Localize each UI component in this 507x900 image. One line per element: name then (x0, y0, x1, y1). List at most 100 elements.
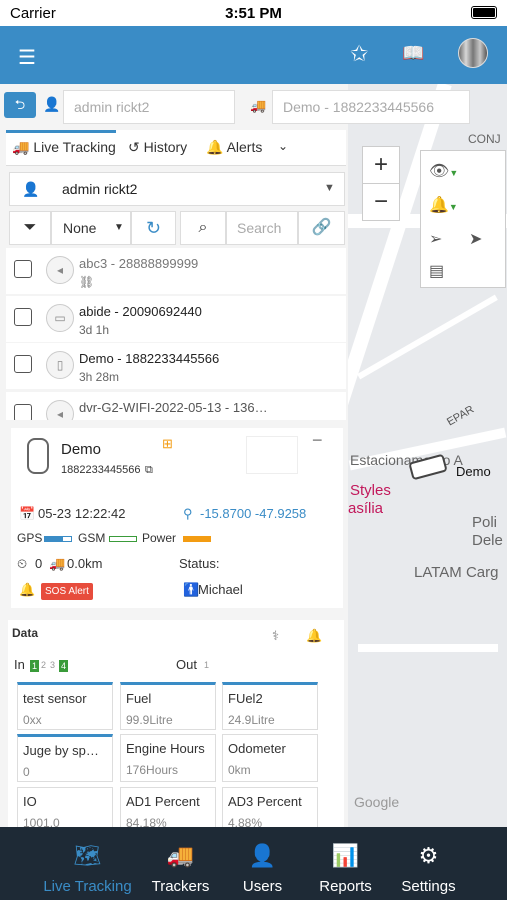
tab-label: Alerts (226, 139, 263, 155)
checkbox[interactable] (14, 308, 32, 326)
avatar[interactable] (458, 38, 488, 68)
search-input[interactable]: Search (226, 211, 298, 245)
map-label: CONJ (468, 132, 501, 146)
device-icon: ▯ (46, 351, 74, 379)
in-label: In (14, 657, 25, 672)
truck-icon: 🚚 (49, 556, 66, 571)
detail-name: Demo (61, 441, 102, 458)
detail-distance: 0.0km (67, 556, 103, 571)
tracker-time: 3h 28m (79, 370, 120, 384)
user-select[interactable]: 👤 admin rickt2 ▼ (9, 172, 345, 206)
bell-icon: 🔔 (19, 582, 36, 597)
tab-label: Live Tracking (33, 139, 116, 155)
copy-icon[interactable]: ⧉ (145, 464, 153, 477)
caret-down-icon: ▼ (114, 222, 124, 233)
sensor-value: 99.9Litre (126, 713, 173, 727)
detail-id: 1882233445566 (61, 464, 141, 476)
google-logo: Google (354, 794, 400, 810)
tab-label: History (143, 139, 188, 155)
tracker-name: abc3 - 28888899999 (79, 256, 199, 271)
nav-settings[interactable]: ⚙ Settings (378, 827, 479, 900)
user-field[interactable]: admin rickt2 (63, 90, 235, 124)
user-icon: 👤 (43, 96, 61, 112)
checkbox[interactable] (14, 404, 32, 420)
collapse-icon[interactable]: − (312, 430, 323, 451)
in-number: 2 (41, 660, 47, 670)
nav-live-tracking[interactable]: 🗺 Live Tracking (37, 827, 138, 900)
sensor-tile[interactable]: Odometer 0km (222, 734, 318, 782)
filter-select[interactable]: None ▼ (51, 211, 131, 245)
back-button[interactable]: ⮌ (4, 92, 36, 118)
add-icon[interactable]: ⊞ (162, 436, 173, 452)
list-item[interactable]: ▯ Demo - 1882233445566 3h 28m (6, 343, 346, 389)
sensor-tile[interactable]: Fuel 99.9Litre (120, 682, 216, 730)
location-pin-icon: ⚲ (183, 506, 193, 521)
sensor-tile[interactable]: Juge by sp… 0 (17, 734, 113, 782)
sensor-title: AD1 Percent (126, 794, 200, 809)
list-item[interactable]: ◂ abc3 - 28888899999 ⛓ (6, 248, 346, 294)
stethoscope-icon[interactable]: ⚕ (272, 628, 279, 644)
status-label: Status: (179, 556, 220, 571)
eye-icon[interactable]: 👁▼ (429, 161, 458, 181)
map-fold-icon[interactable]: ▤ (429, 261, 444, 281)
tracker-detail-card: Demo 1882233445566 ⧉ ⊞ − 📅 05-23 12:22:4… (11, 428, 343, 608)
out-label: Out (176, 657, 197, 672)
list-item[interactable]: ◂ dvr-G2-WIFI-2022-05-13 - 136… (6, 392, 346, 420)
zoom-out-button[interactable]: − (362, 183, 400, 221)
tab-bar: 🚚 Live Tracking ↺ History 🔔 Alerts ⌄ (6, 130, 346, 166)
filter-value: None (63, 220, 97, 236)
link-icon: ⛓ (79, 275, 95, 289)
checkbox[interactable] (14, 355, 32, 373)
bell-icon[interactable]: 🔔▼ (429, 195, 458, 215)
caret-down-icon: ▼ (324, 182, 335, 194)
power-bar (183, 536, 211, 542)
map-label: Styles (350, 482, 391, 499)
menu-icon[interactable]: ☰ (18, 45, 36, 70)
user-select-value: admin rickt2 (62, 181, 138, 197)
power-label: Power (142, 531, 177, 545)
tab-history[interactable]: ↺ History (128, 139, 187, 156)
chevron-down-icon[interactable]: ⌄ (278, 139, 288, 153)
filter-icon[interactable]: ⏷ (9, 211, 51, 245)
detail-coords[interactable]: -15.8700 -47.9258 (200, 506, 306, 521)
sensor-value: 24.9Litre (228, 713, 275, 727)
battery-icon (471, 6, 497, 19)
sensor-value: 0km (228, 763, 251, 777)
out-number: 1 (204, 660, 210, 670)
sensor-title: FUel2 (228, 691, 263, 706)
bottom-nav: 🗺 Live Tracking 🚚 Trackers 👤 Users 📊 Rep… (0, 827, 507, 900)
gps-bar (44, 536, 72, 542)
search-icon[interactable]: ⌕ (180, 211, 226, 245)
gsm-label: GSM (78, 531, 106, 545)
tab-alerts[interactable]: 🔔 Alerts (206, 139, 262, 156)
checkbox[interactable] (14, 260, 32, 278)
book-icon[interactable]: 📖 (402, 43, 424, 64)
user-icon: 👤 (22, 181, 40, 197)
sos-badge[interactable]: SOS Alert (41, 583, 93, 600)
refresh-icon[interactable]: ↻ (131, 211, 176, 245)
zoom-in-button[interactable]: + (362, 146, 400, 184)
send-icon[interactable]: ➢ (429, 229, 442, 249)
nav-label: Live Tracking (43, 878, 132, 895)
star-icon[interactable]: ✩ (350, 41, 368, 67)
device-field[interactable]: Demo - 1882233445566 (272, 90, 470, 124)
tab-live-tracking[interactable]: 🚚 Live Tracking (12, 139, 116, 156)
driver-icon: 🚹 (183, 582, 200, 597)
speed-icon: ⏲ (17, 556, 28, 571)
list-item[interactable]: ▭ abide - 20090692440 3d 1h (6, 296, 346, 342)
map-label: asília (348, 500, 384, 517)
bell-icon[interactable]: 🔔 (306, 628, 322, 644)
gsm-bar (109, 536, 137, 542)
sensor-title: Juge by sp… (23, 743, 99, 758)
navigate-icon[interactable]: ➤ (469, 229, 482, 249)
sensor-title: AD3 Percent (228, 794, 302, 809)
sensor-tile[interactable]: test sensor 0xx (17, 682, 113, 730)
sensor-tile[interactable]: Engine Hours 176Hours (120, 734, 216, 782)
device-icon: ◂ (46, 256, 74, 284)
in-number: 1 (30, 660, 40, 672)
map-label: LATAM Carg (414, 564, 499, 581)
data-title: Data (12, 626, 39, 640)
link-icon[interactable]: 🔗 (298, 211, 345, 245)
map-label: EPAR (444, 403, 477, 429)
sensor-tile[interactable]: FUel2 24.9Litre (222, 682, 318, 730)
